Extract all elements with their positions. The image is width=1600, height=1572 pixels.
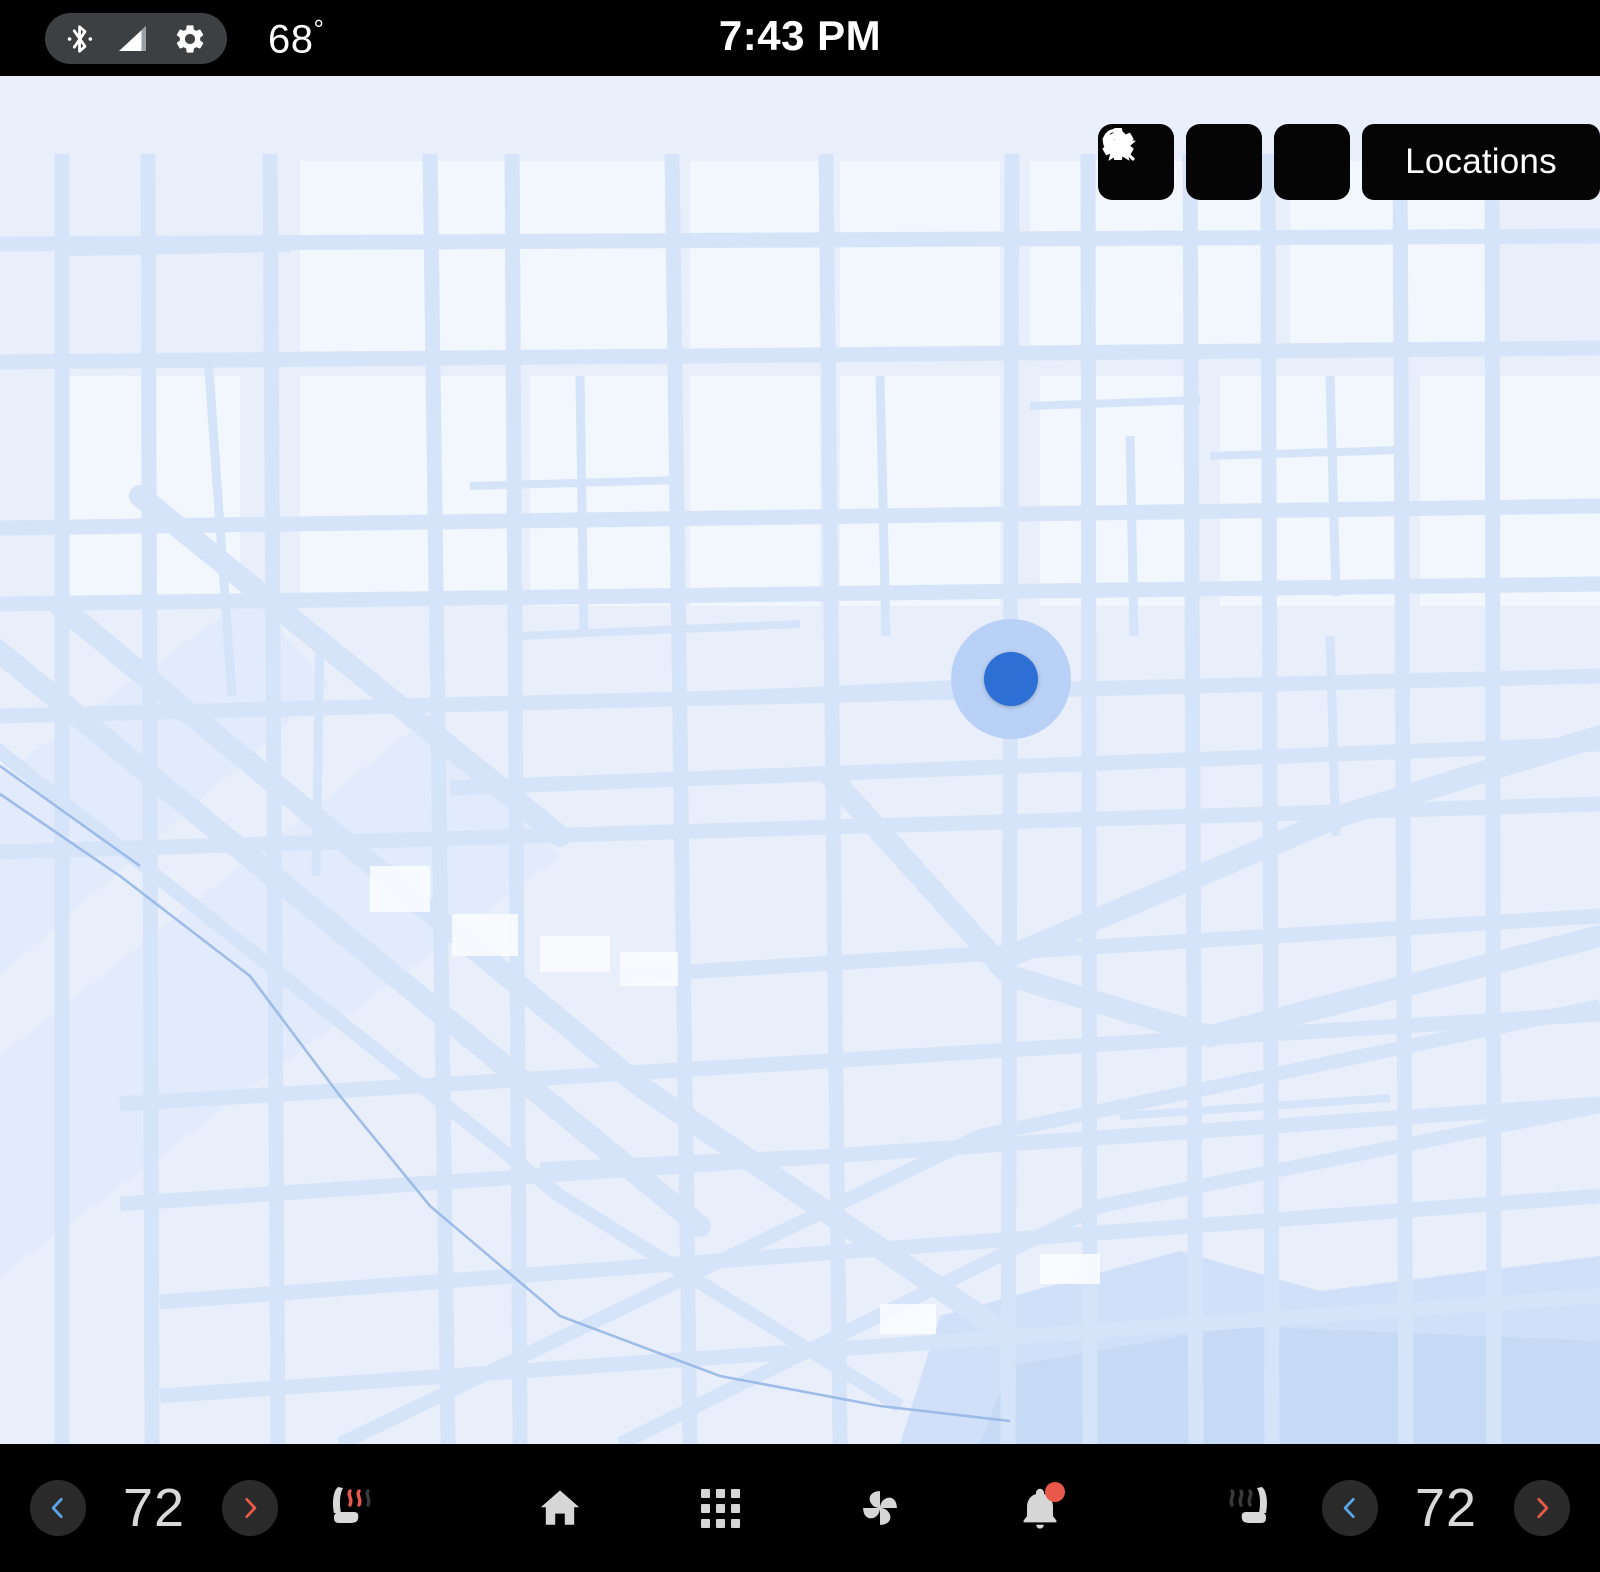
current-location-core (984, 652, 1038, 706)
notification-badge-dot (1045, 1482, 1065, 1502)
home-icon (540, 1490, 580, 1525)
heated-seat-icon (1229, 1487, 1267, 1523)
center-nav-buttons (522, 1444, 1078, 1572)
heated-seat-icon (333, 1487, 371, 1523)
chevron-left-icon (1343, 1497, 1355, 1519)
chevron-left-icon (51, 1497, 63, 1519)
driver-climate-controls: 72 (30, 1444, 394, 1572)
grid-apps-icon (700, 1488, 740, 1528)
nav-notifications-button[interactable] (1002, 1470, 1078, 1546)
map-view[interactable]: Locations (0, 76, 1600, 1444)
status-bar: 68° 7:43 PM (0, 0, 1600, 76)
passenger-temperature-value: 72 (1414, 1478, 1478, 1538)
map-settings-button[interactable] (1102, 124, 1262, 200)
nav-apps-button[interactable] (682, 1470, 758, 1546)
passenger-temp-decrease-button[interactable] (1322, 1480, 1378, 1536)
nav-home-button[interactable] (522, 1470, 598, 1546)
passenger-climate-controls: 72 (1206, 1444, 1570, 1572)
driver-temp-increase-button[interactable] (222, 1480, 278, 1536)
map-tiles (0, 76, 1600, 1444)
bottom-control-bar: 72 72 (0, 1444, 1600, 1572)
chevron-right-icon (245, 1497, 257, 1519)
map-locations-button[interactable]: Locations (1362, 124, 1600, 200)
chevron-right-icon (1537, 1497, 1549, 1519)
nav-climate-button[interactable] (842, 1470, 918, 1546)
driver-temp-decrease-button[interactable] (30, 1480, 86, 1536)
star-icon (1102, 128, 1136, 161)
driver-seat-heater-button[interactable] (302, 1462, 394, 1554)
map-favorites-button[interactable] (1102, 124, 1350, 200)
map-locations-label: Locations (1405, 142, 1557, 181)
driver-temperature-value: 72 (122, 1478, 186, 1538)
infotainment-screen: 68° 7:43 PM Locations 72 72 (0, 0, 1600, 1572)
fan-pinwheel-icon (863, 1491, 897, 1525)
passenger-seat-heater-button[interactable] (1206, 1462, 1298, 1554)
map-overlay-buttons: Locations (1098, 124, 1600, 200)
passenger-temp-increase-button[interactable] (1514, 1480, 1570, 1536)
current-location-dot (951, 619, 1071, 739)
status-clock: 7:43 PM (718, 12, 882, 59)
